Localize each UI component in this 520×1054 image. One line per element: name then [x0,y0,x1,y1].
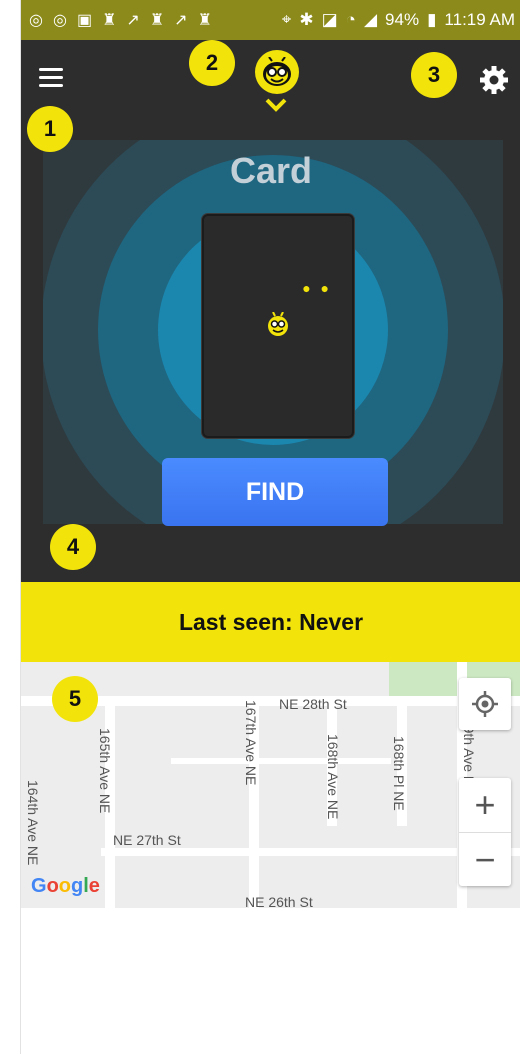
zoom-out-button[interactable]: − [459,833,511,886]
gear-icon[interactable] [479,65,509,95]
usb-icon: ♜ [197,12,212,29]
street-label: 164th Ave NE [25,780,41,866]
my-location-button[interactable] [459,678,511,730]
chevron-down-icon[interactable] [265,98,287,112]
device-selector-button[interactable] [255,50,299,94]
annotation-badge: 5 [52,676,98,722]
street-label: 167th Ave NE [243,700,259,786]
device-card-image: ● ● [202,214,354,438]
signal-icon: ◢ [363,10,378,29]
nfc-icon: ◪ [321,10,338,29]
street-label: NE 28th St [279,696,347,712]
battery-percent: 94% [385,10,420,29]
sim-icon: ▣ [76,12,93,29]
annotation-badge: 4 [50,524,96,570]
device-name: Card [229,150,313,191]
bluetooth-icon: ✱ [299,10,314,29]
street-label: NE 26th St [245,894,313,908]
usb-icon: ♜ [149,12,165,29]
notification-icons: ◎ ◎ ▣ ♜ ↗ ♜ ↗ ♜ [21,10,212,30]
road [171,758,391,764]
app-icon: ◎ [29,12,43,29]
location-icon: ⌖ [281,10,292,29]
annotation-badge: 3 [411,52,457,98]
status-bar: ◎ ◎ ▣ ♜ ↗ ♜ ↗ ♜ ⌖ ✱ ◪ ◔ ◢ 94% ▮ 11:19 AM [21,0,520,40]
hamburger-icon[interactable] [39,68,63,90]
find-button[interactable]: FIND [162,458,388,526]
annotation-badge: 1 [27,106,73,152]
wifi-icon: ◔ [345,10,356,29]
missed-call-icon: ↗ [174,12,188,29]
annotation-badge: 2 [189,40,235,86]
zoom-controls: + − [459,778,511,886]
street-label: NE 27th St [113,832,181,848]
street-label: 168th Pl NE [391,736,407,811]
missed-call-icon: ↗ [126,12,140,29]
google-logo: Google [31,875,100,897]
bee-logo-icon [263,57,291,86]
app-screen: ◎ ◎ ▣ ♜ ↗ ♜ ↗ ♜ ⌖ ✱ ◪ ◔ ◢ 94% ▮ 11:19 AM [20,0,520,1054]
crosshair-icon [472,691,498,717]
system-icons: ⌖ ✱ ◪ ◔ ◢ 94% ▮ 11:19 AM [282,10,520,30]
battery-icon: ▮ [427,10,437,29]
app-icon: ◎ [52,12,67,29]
card-indicator-dots: ● ● [302,280,332,296]
clock: 11:19 AM [444,10,515,29]
last-seen-banner: Last seen: Never [21,582,520,662]
street-label: 168th Ave NE [325,734,341,820]
device-panel: Card ● ● FIND [21,40,520,582]
zoom-in-button[interactable]: + [459,778,511,833]
street-label: 165th Ave NE [97,728,113,814]
usb-icon: ♜ [102,12,117,29]
bee-logo-icon [268,312,288,336]
